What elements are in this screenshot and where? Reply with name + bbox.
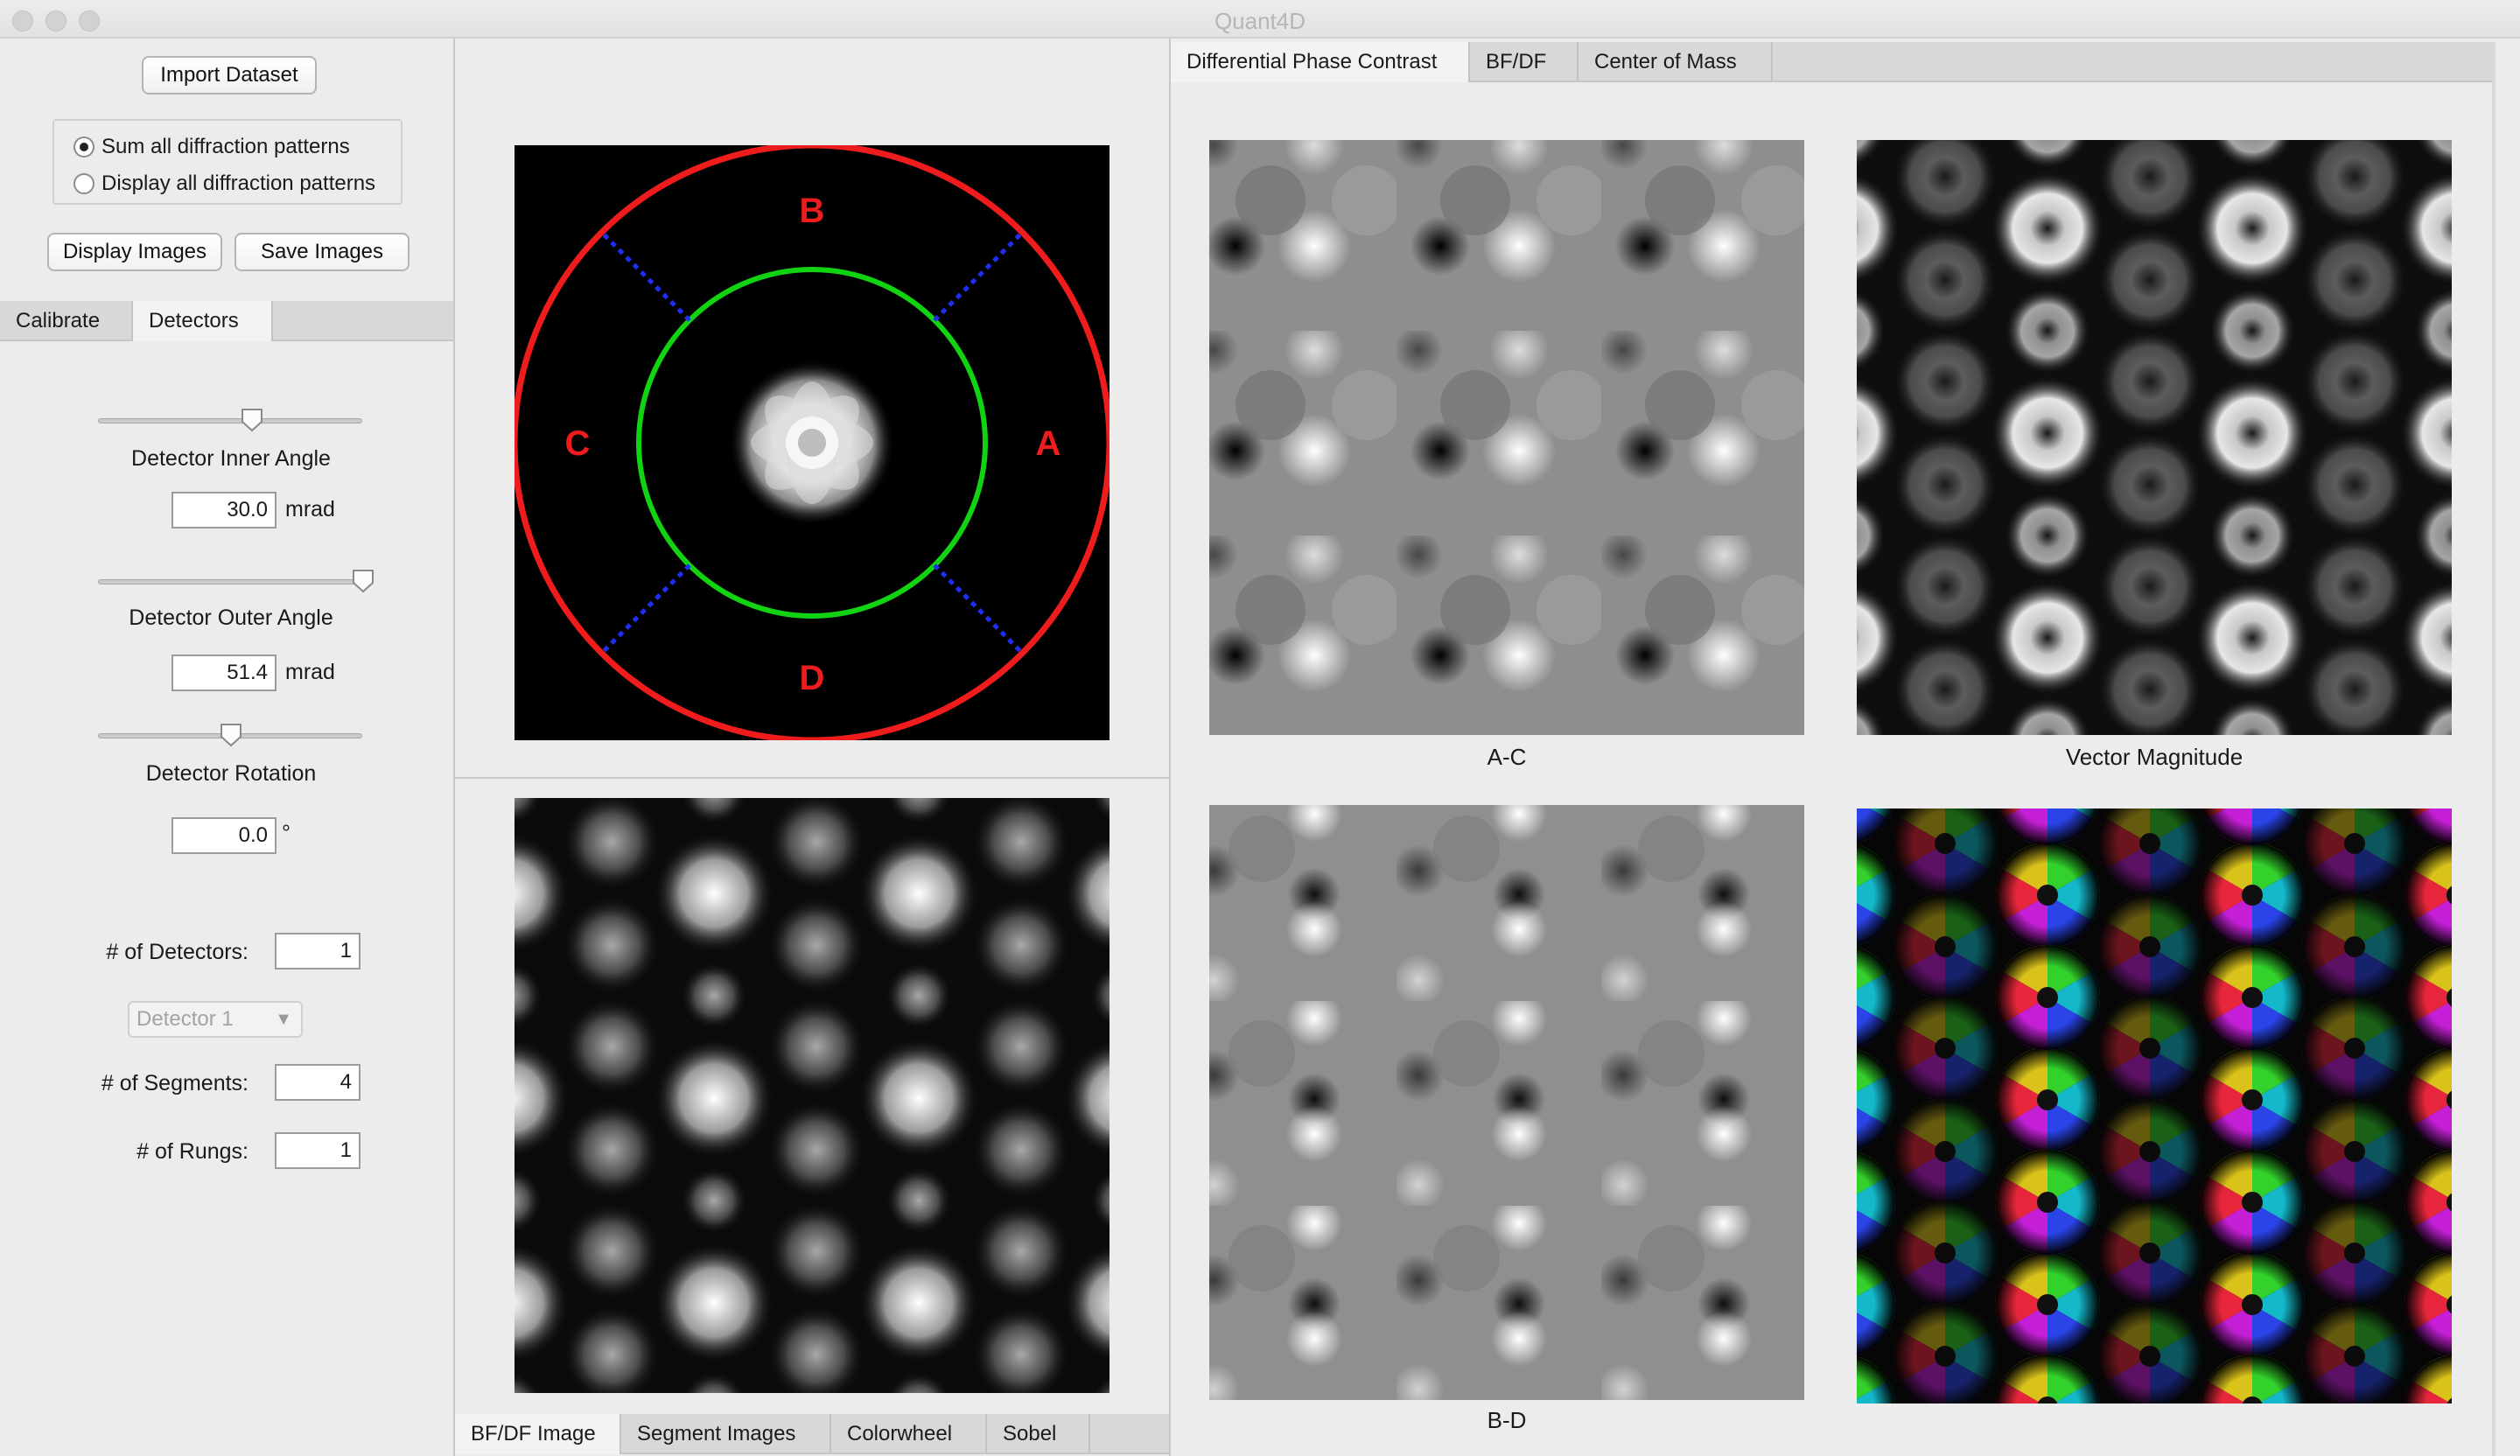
num-rungs-input[interactable]: 1 [275, 1132, 360, 1169]
slider-thumb-icon[interactable] [220, 723, 242, 747]
rotation-label: Detector Rotation [145, 761, 317, 786]
tab-bfdf[interactable]: BF/DF [1470, 42, 1578, 82]
right-panel-edge [2492, 42, 2496, 1456]
inner-angle-slider[interactable] [98, 418, 362, 424]
window-title: Quant4D [1214, 8, 1306, 34]
caption-ac: A-C [1487, 744, 1527, 770]
segment-label-c: C [565, 424, 591, 463]
inner-angle-label: Detector Inner Angle [131, 446, 331, 471]
outer-angle-unit: mrad [285, 660, 335, 684]
segment-label-a: A [1036, 424, 1061, 463]
detector-select-value: Detector 1 [136, 1007, 234, 1031]
diffraction-pattern-svg: A B C D [514, 145, 1110, 740]
dpc-ac-image[interactable] [1209, 140, 1804, 735]
middle-bottom-tabbar: BF/DF Image Segment Images Colorwheel So… [455, 1414, 1169, 1454]
outer-angle-label: Detector Outer Angle [129, 606, 333, 630]
caption-vector-magnitude: Vector Magnitude [2065, 744, 2244, 770]
inner-angle-input[interactable]: 30.0 [172, 492, 276, 528]
window-titlebar: Quant4D [0, 0, 2520, 38]
display-images-button[interactable]: Display Images [47, 233, 222, 271]
left-divider [453, 38, 455, 1456]
tab-detectors[interactable]: Detectors [133, 301, 273, 341]
outer-angle-input[interactable]: 51.4 [172, 654, 276, 691]
segment-label-b: B [800, 192, 825, 230]
slider-thumb-icon[interactable] [352, 569, 374, 593]
num-segments-input[interactable]: 4 [275, 1064, 360, 1101]
middle-hsplit [455, 777, 1169, 779]
rotation-input[interactable]: 0.0 [172, 817, 276, 854]
right-tabbar: Differential Phase Contrast BF/DF Center… [1171, 42, 2494, 82]
tab-colorwheel[interactable]: Colorwheel [831, 1414, 987, 1454]
diffraction-disk [729, 360, 895, 526]
tab-dpc[interactable]: Differential Phase Contrast [1171, 42, 1470, 82]
outer-angle-slider[interactable] [98, 579, 362, 584]
dpc-colorwheel-svg [1857, 808, 2452, 1404]
radio-unselected-icon[interactable] [74, 173, 94, 194]
import-dataset-button[interactable]: Import Dataset [142, 56, 317, 94]
rotation-unit: ° [282, 821, 290, 845]
dpc-bd-image[interactable] [1209, 805, 1804, 1400]
radio-label: Display all diffraction patterns [102, 172, 376, 195]
tab-segment-images[interactable]: Segment Images [621, 1414, 831, 1454]
bfdf-image-svg [514, 798, 1110, 1393]
chevron-down-icon: ▼ [275, 1010, 292, 1029]
caption-bd: B-D [1487, 1407, 1527, 1433]
num-detectors-label: # of Detectors: [106, 940, 248, 964]
num-rungs-label: # of Rungs: [136, 1139, 248, 1164]
detector-select[interactable]: Detector 1 ▼ [128, 1001, 303, 1038]
radio-label: Sum all diffraction patterns [102, 135, 350, 158]
tab-sobel[interactable]: Sobel [987, 1414, 1090, 1454]
dpc-ac-svg [1209, 140, 1804, 735]
inner-angle-unit: mrad [285, 497, 335, 522]
dpc-bd-svg [1209, 805, 1804, 1400]
bfdf-image-view[interactable] [514, 798, 1110, 1393]
diffraction-mode-group: Sum all diffraction patterns Display all… [52, 119, 402, 205]
left-tabbar: Calibrate Detectors [0, 301, 453, 341]
tab-bfdf-image[interactable]: BF/DF Image [455, 1414, 621, 1454]
tab-calibrate[interactable]: Calibrate [0, 301, 133, 341]
dpc-magnitude-image[interactable] [1857, 140, 2452, 735]
save-images-button[interactable]: Save Images [234, 233, 410, 271]
slider-thumb-icon[interactable] [241, 408, 263, 432]
radio-display-patterns[interactable]: Display all diffraction patterns [74, 168, 375, 200]
num-detectors-input[interactable]: 1 [275, 933, 360, 970]
tab-center-of-mass[interactable]: Center of Mass [1578, 42, 1773, 82]
middle-divider [1169, 38, 1171, 1456]
radio-selected-icon[interactable] [74, 136, 94, 158]
num-segments-label: # of Segments: [101, 1071, 248, 1096]
segment-label-d: D [800, 659, 825, 697]
radio-sum-patterns[interactable]: Sum all diffraction patterns [74, 131, 350, 163]
diffraction-pattern-view[interactable]: A B C D [514, 145, 1110, 740]
dpc-magnitude-svg [1857, 140, 2452, 735]
dpc-colorwheel-image[interactable] [1857, 808, 2452, 1404]
